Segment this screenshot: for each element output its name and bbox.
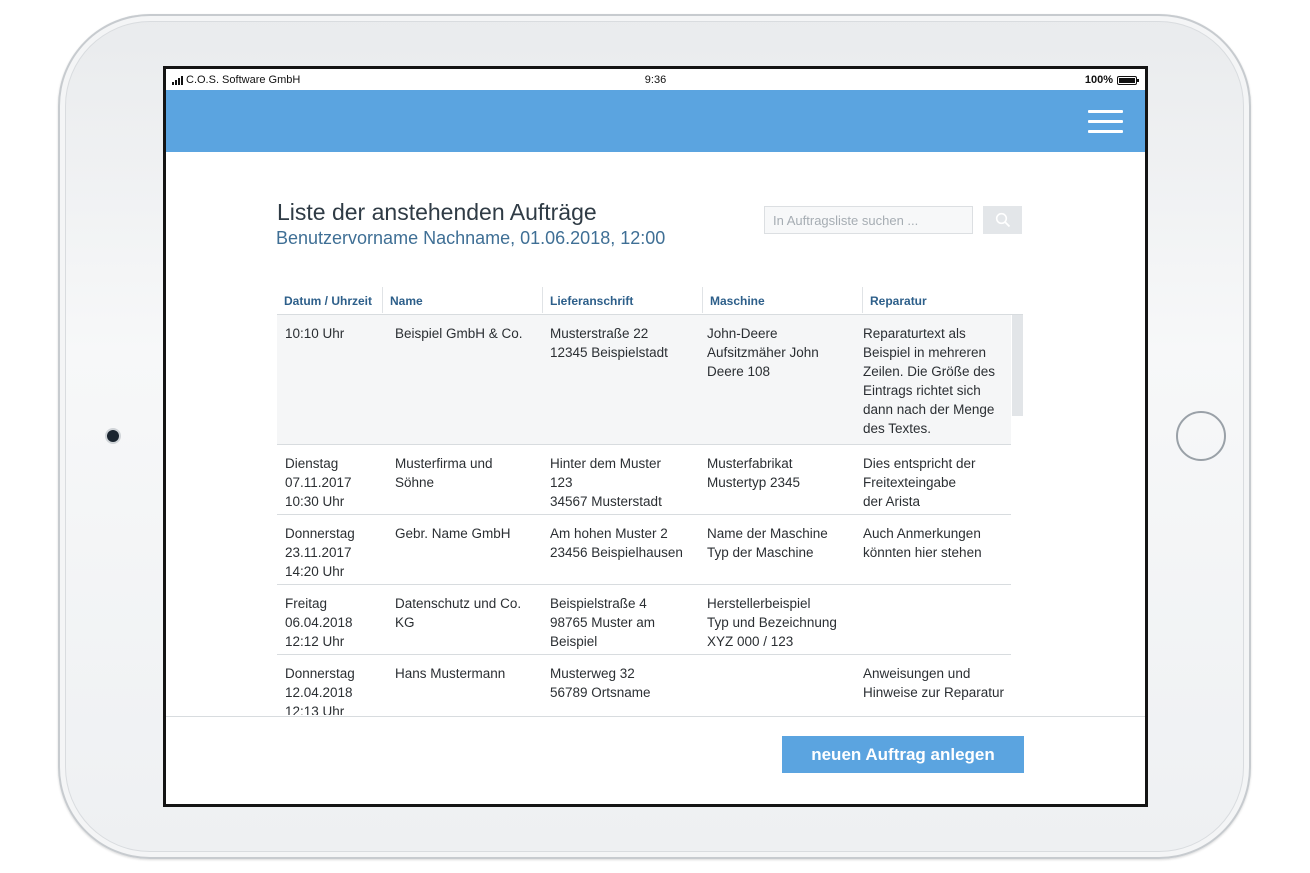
new-order-button[interactable]: neuen Auftrag anlegen [782, 736, 1024, 773]
search-input[interactable] [764, 206, 973, 234]
column-header-address[interactable]: Lieferanschrift [550, 294, 633, 308]
status-time: 9:36 [644, 74, 667, 86]
cell-address: Musterstraße 22 12345 Beispielstadt [550, 326, 668, 360]
page-subtitle: Benutzervorname Nachname, 01.06.2018, 12… [276, 228, 666, 248]
cell-machine: Musterfabrikat Mustertyp 2345 [707, 456, 801, 490]
cell-address: Musterweg 32 56789 Ortsname [550, 666, 651, 700]
cell-repair: Auch Anmerkungen könnten hier stehen [863, 526, 982, 560]
cell-address: Am hohen Muster 2 23456 Beispielhausen [550, 526, 683, 560]
table-row[interactable]: Freitag 06.04.2018 12:12 Uhr Datenschutz… [277, 585, 1011, 655]
status-right: 100% [1084, 74, 1139, 86]
column-header-repair[interactable]: Reparatur [870, 294, 927, 308]
table-row[interactable]: Donnerstag 23.11.2017 14:20 Uhr Gebr. Na… [277, 515, 1011, 585]
column-header-machine[interactable]: Maschine [710, 294, 765, 308]
app-header [166, 90, 1145, 152]
cell-name: Hans Mustermann [395, 666, 506, 681]
cell-name: Datenschutz und Co. KG [395, 596, 522, 630]
cell-address: Hinter dem Muster 123 34567 Musterstadt [550, 456, 662, 509]
battery-icon [1117, 75, 1139, 85]
table-row[interactable]: Dienstag 07.11.2017 10:30 Uhr Musterfirm… [277, 445, 1011, 515]
cell-date: 10:10 Uhr [285, 326, 345, 341]
cell-name: Beispiel GmbH & Co. [395, 326, 523, 341]
table-row[interactable]: Donnerstag 12.04.2018 12:13 Uhr Hans Mus… [277, 655, 1011, 715]
cell-repair: Dies entspricht der Freitexteingabe der … [863, 456, 976, 509]
cell-name: Musterfirma und Söhne [395, 456, 493, 490]
column-header-name[interactable]: Name [390, 294, 423, 308]
cell-machine: John-Deere Aufsitzmäher John Deere 108 [707, 326, 819, 379]
table-scrollbar[interactable] [1012, 315, 1023, 416]
battery-level [1119, 77, 1135, 83]
cell-date: Freitag 06.04.2018 12:12 Uhr [285, 596, 353, 649]
page-title: Liste der anstehenden Aufträge [277, 199, 597, 225]
cell-address: Beispielstraße 4 98765 Muster am Beispie… [550, 596, 656, 649]
column-header-date[interactable]: Datum / Uhrzeit [284, 294, 372, 308]
cell-repair: Anweisungen und Hinweise zur Reparatur [863, 666, 1005, 700]
hamburger-menu-icon[interactable] [1088, 110, 1123, 133]
table-row[interactable]: 10:10 Uhr Beispiel GmbH & Co. Musterstra… [277, 315, 1011, 445]
footer-bar: neuen Auftrag anlegen [166, 716, 1145, 804]
orders-table: Datum / Uhrzeit Name Lieferanschrift Mas… [277, 287, 1023, 715]
search-button[interactable] [983, 206, 1022, 234]
table-header: Datum / Uhrzeit Name Lieferanschrift Mas… [277, 287, 1023, 315]
front-camera [107, 430, 119, 442]
cell-date: Donnerstag 23.11.2017 14:20 Uhr [285, 526, 355, 579]
tablet-screen: C.O.S. Software GmbH 9:36 100% Liste der… [163, 66, 1148, 807]
search-icon [995, 212, 1010, 228]
status-bar: C.O.S. Software GmbH 9:36 100% [166, 69, 1145, 90]
cell-repair: Reparaturtext als Beispiel in mehreren Z… [863, 326, 996, 436]
cell-date: Dienstag 07.11.2017 10:30 Uhr [285, 456, 352, 509]
cell-machine: Herstellerbeispiel Typ und Bezeichnung X… [707, 596, 837, 649]
cell-machine: Name der Maschine Typ der Maschine [707, 526, 828, 560]
cell-name: Gebr. Name GmbH [395, 526, 511, 541]
battery-percent: 100% [1084, 74, 1113, 86]
home-button[interactable] [1176, 411, 1226, 461]
cell-date: Donnerstag 12.04.2018 12:13 Uhr [285, 666, 355, 715]
